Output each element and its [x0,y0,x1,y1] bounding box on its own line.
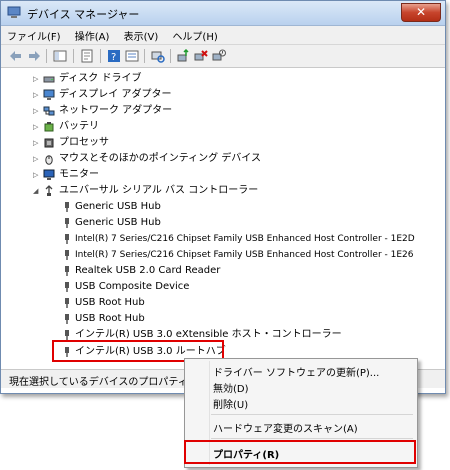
menu-item-disable[interactable]: 無効(D) [213,380,249,395]
title-bar[interactable]: デバイス マネージャー ✕ [1,1,445,26]
properties-highlight [184,440,416,464]
usb-device-icon [61,233,73,245]
expand-arrow-icon[interactable]: ▷ [33,151,42,167]
device-manager-window: デバイス マネージャー ✕ ファイル(F) 操作(A) 表示(V) ヘルプ(H)… [0,0,446,394]
usb-device-icon [61,265,73,277]
expand-arrow-icon[interactable]: ▷ [33,119,42,135]
expand-arrow-icon[interactable]: ▷ [33,135,42,151]
toolbar-divider [170,49,171,63]
tree-category-monitors[interactable]: ▷ モニター [33,167,333,183]
menu-bar: ファイル(F) 操作(A) 表示(V) ヘルプ(H) [1,26,445,45]
svg-text:?: ? [111,52,116,63]
mouse-icon [43,153,55,165]
usb-device-item[interactable]: USB Root Hub [61,311,441,327]
usb-device-item[interactable]: Generic USB Hub [61,199,441,215]
usb-device-item[interactable]: USB Composite Device [61,279,441,295]
help-icon[interactable]: ? [107,49,121,63]
toolbar-divider [100,49,101,63]
uninstall-icon[interactable] [194,49,208,63]
tree-category-label: モニター [59,169,99,180]
tree-category-label: ユニバーサル シリアル バス コントローラー [59,185,259,196]
tree-category-label: ディスク ドライブ [59,73,142,84]
close-button[interactable]: ✕ [401,3,441,22]
tree-category-display-adapters[interactable]: ▷ ディスプレイ アダプター [33,87,333,103]
menu-file[interactable]: ファイル(F) [1,26,66,43]
toolbar-divider [144,49,145,63]
toolbar: ? [1,45,445,68]
menu-item-scan-hardware[interactable]: ハードウェア変更のスキャン(A) [213,420,358,435]
forward-arrow-icon[interactable] [27,49,41,63]
usb-device-label: Generic USB Hub [75,217,161,228]
battery-icon [43,121,55,133]
tree-category-label: プロセッサ [59,137,109,148]
usb-controller-icon [43,185,55,197]
menu-divider [211,414,413,415]
network-adapter-icon [43,105,55,117]
disk-drive-icon [43,73,55,85]
status-text: 現在選択しているデバイスのプロパティ [9,377,188,388]
tree-category-label: バッテリ [59,121,99,132]
tree-category-label: マウスとそのほかのポインティング デバイス [59,153,261,164]
tree-category-label: ネットワーク アダプター [59,105,173,116]
tree-category-batteries[interactable]: ▷ バッテリ [33,119,333,135]
usb-device-icon [61,297,73,309]
tree-category-disk-drives[interactable]: ▷ ディスク ドライブ [33,71,333,87]
tree-category-network-adapters[interactable]: ▷ ネットワーク アダプター [33,103,333,119]
toolbar-divider [46,49,47,63]
monitor-icon [43,169,55,181]
usb-device-icon [61,201,73,213]
menu-item-update-driver[interactable]: ドライバー ソフトウェアの更新(P)... [213,364,379,379]
usb-device-label: USB Composite Device [75,281,190,292]
usb-device-item[interactable]: Realtek USB 2.0 Card Reader [61,263,441,279]
view-icon[interactable] [125,49,139,63]
properties-icon[interactable] [80,49,94,63]
usb-device-label: USB Root Hub [75,297,145,308]
usb-device-item[interactable]: Generic USB Hub [61,215,441,231]
usb-device-icon [61,217,73,229]
usb-device-icon [61,249,73,261]
usb-device-label: Intel(R) 7 Series/C216 Chipset Family US… [75,234,415,244]
expand-arrow-icon[interactable]: ▷ [33,71,42,87]
device-manager-icon [7,6,21,19]
toolbar-divider [73,49,74,63]
menu-divider [211,438,413,439]
collapse-arrow-icon[interactable]: ◢ [33,183,42,199]
menu-help[interactable]: ヘルプ(H) [166,26,222,43]
usb-device-item[interactable]: Intel(R) 7 Series/C216 Chipset Family US… [61,247,441,263]
usb-device-label: Realtek USB 2.0 Card Reader [75,265,221,276]
expand-arrow-icon[interactable]: ▷ [33,103,42,119]
usb-device-icon [61,281,73,293]
display-adapter-icon [43,89,55,101]
menu-item-uninstall[interactable]: 削除(U) [213,396,248,411]
expand-arrow-icon[interactable]: ▷ [33,87,42,103]
usb-device-item[interactable]: Intel(R) 7 Series/C216 Chipset Family US… [61,231,441,247]
processor-icon [43,137,55,149]
usb-device-icon [61,313,73,325]
tree-category-processors[interactable]: ▷ プロセッサ [33,135,333,151]
usb-device-label: Intel(R) 7 Series/C216 Chipset Family US… [75,250,414,260]
back-arrow-icon[interactable] [9,49,23,63]
scan-hardware-icon[interactable] [151,49,165,63]
disable-device-icon[interactable] [212,49,226,63]
usb-device-label: USB Root Hub [75,313,145,324]
window-title: デバイス マネージャー [27,8,140,21]
show-hide-tree-icon[interactable] [53,49,67,63]
update-driver-icon[interactable] [176,49,190,63]
expand-arrow-icon[interactable]: ▷ [33,167,42,183]
tree-category-label: ディスプレイ アダプター [59,89,172,100]
menu-action[interactable]: 操作(A) [69,26,115,43]
menu-view[interactable]: 表示(V) [118,26,164,43]
device-tree: ▷ ディスク ドライブ ▷ ディスプレイ アダプター ▷ ネットワーク アダプタ… [1,68,445,368]
tree-category-usb-controllers[interactable]: ◢ ユニバーサル シリアル バス コントローラー [33,183,353,199]
usb-device-item[interactable]: USB Root Hub [61,295,441,311]
usb-device-label: Generic USB Hub [75,201,161,212]
tree-category-mice[interactable]: ▷ マウスとそのほかのポインティング デバイス [33,151,353,167]
